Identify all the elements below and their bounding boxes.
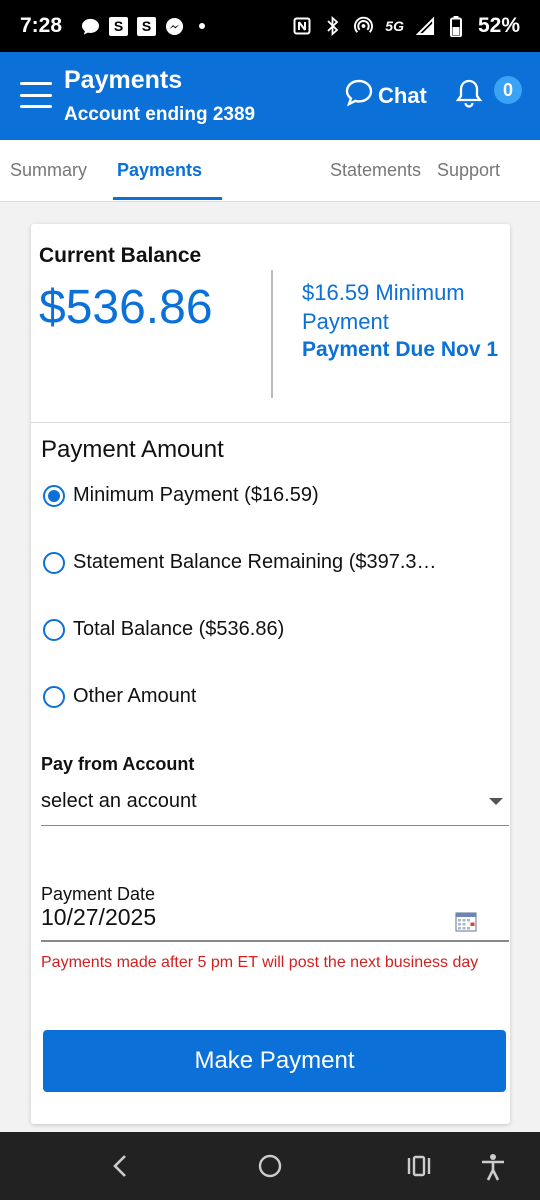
radio-statement-balance[interactable]: Statement Balance Remaining ($397.3… [43, 551, 498, 574]
radio-minimum-payment[interactable]: Minimum Payment ($16.59) [43, 484, 498, 507]
chat-label: Chat [378, 82, 427, 108]
status-bar: 7:28 S S 5G 52% [0, 0, 540, 52]
app-notification-icon: S [109, 16, 129, 36]
nfc-icon [292, 17, 311, 36]
radio-label: Total Balance ($536.86) [73, 618, 285, 640]
tab-support[interactable]: Support [437, 160, 500, 181]
payment-cutoff-notice: Payments made after 5 pm ET will post th… [41, 954, 479, 971]
accessibility-icon[interactable] [478, 1152, 508, 1187]
app-header: Payments Account ending 2389 Chat 0 [0, 52, 540, 140]
hotspot-icon [354, 16, 374, 36]
bluetooth-icon [323, 16, 342, 36]
battery-icon [447, 15, 466, 37]
active-tab-indicator [113, 197, 222, 200]
balance-divider [271, 270, 273, 398]
battery-percent: 52% [477, 14, 520, 37]
current-balance-amount: $536.86 [39, 281, 213, 334]
radio-total-balance[interactable]: Total Balance ($536.86) [43, 618, 498, 641]
section-divider [31, 422, 510, 423]
tab-summary[interactable]: Summary [10, 160, 87, 181]
radio-button-checked[interactable] [43, 484, 65, 507]
chat-button[interactable]: Chat [343, 78, 427, 113]
payment-amount-label: Payment Amount [41, 436, 224, 463]
current-balance-label: Current Balance [39, 244, 202, 267]
account-select[interactable]: select an account [41, 784, 509, 826]
payment-date-input[interactable]: 10/27/2025 [41, 904, 509, 942]
radio-button[interactable] [43, 551, 65, 574]
message-bubble-icon [81, 17, 100, 36]
bell-icon[interactable] [455, 78, 483, 113]
payment-date-value: 10/27/2025 [41, 904, 157, 930]
payment-due-text: Payment Due Nov 1 [302, 338, 499, 361]
radio-button[interactable] [43, 685, 65, 708]
make-payment-button[interactable]: Make Payment [43, 1030, 506, 1092]
hamburger-menu-icon[interactable] [20, 82, 52, 108]
tab-statements[interactable]: Statements [330, 160, 421, 181]
radio-label: Minimum Payment ($16.59) [73, 484, 319, 506]
tab-bar: Summary Payments Statements Support [0, 140, 540, 202]
status-time: 7:28 [20, 14, 63, 37]
account-select-value: select an account [41, 790, 197, 812]
chat-bubble-icon [343, 78, 375, 113]
network-type: 5G [385, 18, 404, 34]
signal-icon [415, 16, 435, 36]
home-icon[interactable] [256, 1152, 284, 1185]
radio-label: Other Amount [73, 685, 197, 707]
system-nav-bar [0, 1132, 540, 1200]
main-content: Current Balance $536.86 $16.59 Minimum P… [0, 202, 540, 1132]
calendar-icon[interactable] [455, 910, 477, 937]
page-title: Payments [64, 66, 183, 94]
radio-button[interactable] [43, 618, 65, 641]
minimum-payment-text: $16.59 Minimum Payment [302, 280, 465, 334]
pay-from-account-label: Pay from Account [41, 754, 195, 774]
payment-date-label: Payment Date [41, 884, 156, 904]
recent-apps-icon[interactable] [405, 1152, 433, 1185]
payment-card: Current Balance $536.86 $16.59 Minimum P… [31, 224, 510, 1124]
notification-count-badge: 0 [494, 76, 522, 104]
more-notifications-dot [199, 23, 206, 29]
account-subtitle: Account ending 2389 [64, 104, 256, 125]
dropdown-caret-icon [489, 798, 503, 805]
radio-other-amount[interactable]: Other Amount [43, 685, 498, 708]
app-notification-icon: S [137, 16, 157, 36]
messenger-icon [165, 17, 184, 36]
back-icon[interactable] [110, 1152, 130, 1185]
tab-payments[interactable]: Payments [117, 160, 202, 181]
radio-label: Statement Balance Remaining ($397.3… [73, 551, 437, 573]
